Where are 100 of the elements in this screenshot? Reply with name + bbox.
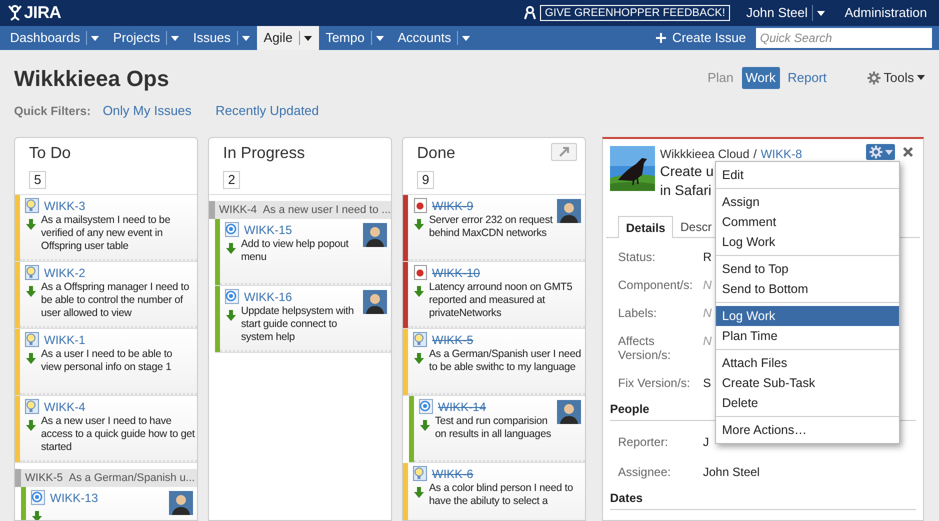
close-icon	[903, 147, 913, 157]
quick-filter-link[interactable]: Only My Issues	[102, 101, 192, 120]
menu-item[interactable]: Log Work	[716, 232, 899, 252]
expand-button[interactable]	[551, 143, 577, 161]
menu-item[interactable]: Assign	[716, 192, 899, 212]
menu-item[interactable]: Plan Time	[716, 326, 899, 346]
issue-summary: As a Offspring manager I need to be able to control the number of user allowed to view	[41, 281, 190, 320]
caret-icon	[917, 75, 925, 80]
logo-icon	[8, 5, 22, 21]
field-value: N	[703, 278, 712, 292]
issue-card[interactable]: WIKK-14 Test and run comparision on results in all languages	[409, 396, 585, 463]
user-menu[interactable]: John Steel	[746, 3, 808, 23]
issue-title: in Safari	[660, 181, 712, 200]
issue-summary: Server error 232 on request behind MaxCDN networks	[429, 214, 554, 240]
column-title: Done	[417, 144, 456, 164]
down-arrow-icon	[420, 420, 430, 431]
menu-item[interactable]: Send to Bottom	[716, 279, 899, 299]
view-mode-button[interactable]: Work	[742, 67, 780, 88]
lightbulb-icon	[413, 332, 428, 347]
nav-tab[interactable]: Agile	[256, 26, 319, 50]
issue-card[interactable]: WIKK-5 As a German/Spanish user I need to be able swithc to my language	[403, 329, 585, 396]
menu-item[interactable]: Send to Top	[716, 259, 899, 279]
nav-tab[interactable]: Issues	[186, 26, 257, 50]
issue-card[interactable]: WIKK-10 Latency arround noon on GMT5 reported and measured at privateNetworks	[403, 262, 585, 329]
issue-summary: As a new user I need to ...	[262, 202, 391, 218]
issue-key-link[interactable]: WIKK-4	[44, 398, 86, 416]
issue-key: WIKK-4	[219, 202, 257, 218]
lightbulb-icon	[25, 332, 40, 347]
tools-menu[interactable]: Tools	[866, 68, 925, 88]
plus-icon	[656, 33, 666, 43]
field-value: J	[703, 435, 709, 449]
down-arrow-icon	[26, 420, 36, 431]
bug-icon	[413, 198, 428, 213]
issue-summary: Add to view help popout menu	[241, 238, 350, 264]
down-arrow-icon	[26, 353, 36, 364]
down-arrow-icon	[414, 487, 424, 498]
search-field[interactable]: Quick Search	[756, 28, 932, 48]
nav-tab[interactable]: Accounts	[390, 26, 478, 50]
field-value: S	[703, 376, 712, 390]
lightbulb-icon	[25, 399, 40, 414]
menu-item[interactable]: Log Work	[716, 306, 899, 326]
lightbulb-icon	[413, 466, 428, 481]
issue-card[interactable]: WIKK-13	[21, 487, 197, 520]
issue-card[interactable]: WIKK-16 Uppdate helpsystem with start guide connect to system help	[215, 286, 391, 353]
quick-filter-link[interactable]: Recently Updated	[216, 101, 319, 120]
admin-link[interactable]: Administration	[844, 3, 927, 23]
swimlane-header[interactable]: WIKK-4 As a new user I need to ...	[209, 201, 391, 219]
issue-card[interactable]: WIKK-6 As a color blind person I need to have the abiluty to select a	[403, 463, 585, 520]
issue-card[interactable]: WIKK-4 As a new user I need to have access to a quick guide how to get started	[15, 396, 197, 463]
down-arrow-icon	[414, 219, 424, 230]
issue-card[interactable]: WIKK-1 As a user I need to be able to view personal info on stage 1	[15, 329, 197, 396]
issue-card[interactable]: WIKK-3 As a mailsystem I need to be verified of any new event in Offspring user table	[15, 195, 197, 262]
menu-item[interactable]: Edit	[716, 165, 899, 185]
nav-tab[interactable]: Dashboards	[3, 26, 106, 50]
issue-key-link[interactable]: WIKK-6	[432, 464, 474, 482]
issue-summary: As a German/Spanish u...	[68, 470, 195, 486]
arrow-icon	[558, 146, 570, 158]
issue-card[interactable]: WIKK-15 Add to view help popout menu	[215, 219, 391, 286]
issue-key-link[interactable]: WIKK-14	[438, 398, 486, 416]
issue-key-link[interactable]: WIKK-2	[44, 264, 86, 282]
target-icon	[419, 399, 434, 414]
feedback-link[interactable]: GIVE GREENHOPPER FEEDBACK!	[540, 5, 730, 21]
menu-item[interactable]: Attach Files	[716, 353, 899, 373]
issue-key-link[interactable]: WIKK-10	[432, 264, 480, 282]
menu-item[interactable]: More Actions…	[716, 420, 899, 440]
nav-tab[interactable]: Tempo	[318, 26, 391, 50]
issue-card[interactable]: WIKK-2 As a Offspring manager I need to be able to control the number of user allowed to view	[15, 262, 197, 329]
caret-icon	[242, 36, 250, 40]
logo-text[interactable]: JIRA	[24, 0, 62, 26]
section-heading: Dates	[610, 489, 916, 510]
issue-key-link[interactable]: WIKK-8	[760, 146, 802, 162]
bug-icon	[413, 265, 428, 280]
issue-key-link[interactable]: WIKK-5	[432, 330, 474, 348]
issue-summary: As a new user I need to have access to a quick guide how to get started	[41, 415, 195, 454]
issue-count: 9	[417, 171, 434, 189]
board-title: Wikkkieea Ops	[14, 66, 170, 92]
issue-key-link[interactable]: WIKK-16	[244, 288, 292, 306]
swimlane-header[interactable]: WIKK-5 As a German/Spanish u...	[15, 469, 197, 487]
issue-key-link[interactable]: WIKK-1	[44, 330, 86, 348]
settings-icon	[866, 70, 881, 85]
caret-icon[interactable]	[812, 5, 825, 21]
target-icon	[225, 289, 240, 304]
details-tab[interactable]: Descr	[673, 216, 719, 237]
menu-item[interactable]: Create Sub-Task	[716, 373, 899, 393]
nav-tab[interactable]: Projects	[106, 26, 186, 50]
issue-key-link[interactable]: WIKK-13	[50, 488, 98, 506]
issue-key-link[interactable]: WIKK-15	[244, 220, 292, 238]
issue-key-link[interactable]: WIKK-9	[432, 196, 474, 214]
caret-icon	[376, 36, 384, 40]
field-value: John Steel	[703, 465, 760, 479]
settings-button[interactable]	[866, 144, 895, 160]
issue-card[interactable]: WIKK-9 Server error 232 on request behind MaxCDN networks	[403, 195, 585, 262]
menu-item[interactable]: Comment	[716, 212, 899, 232]
details-tab[interactable]: Details	[618, 216, 674, 238]
down-arrow-icon	[32, 511, 42, 520]
field-value: R	[703, 250, 712, 264]
create-issue-button[interactable]: Create Issue	[656, 26, 746, 50]
issue-key-link[interactable]: WIKK-3	[44, 196, 86, 214]
view-mode-button[interactable]: Report	[784, 67, 831, 88]
field-label: Component/s:	[618, 278, 694, 292]
